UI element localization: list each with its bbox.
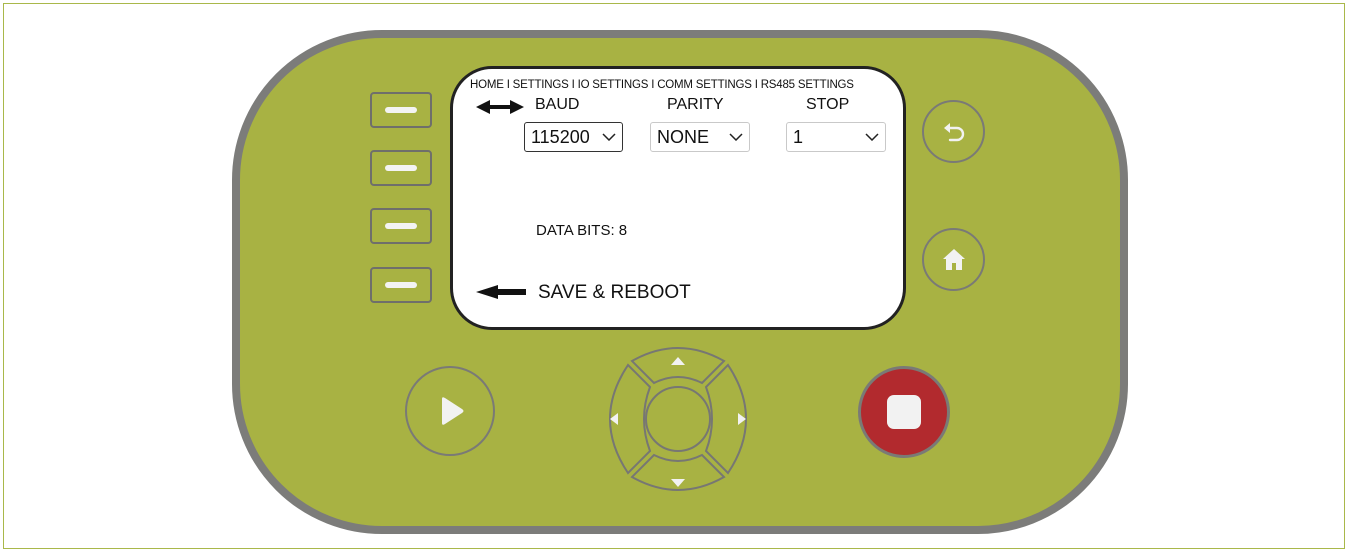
d-pad: [609, 347, 747, 491]
play-icon: [442, 397, 464, 425]
home-icon: [942, 248, 965, 270]
stop-square-icon: [887, 395, 921, 429]
baud-label: BAUD: [535, 96, 580, 113]
back-arrow-icon: [943, 122, 964, 141]
stop-select[interactable]: 1: [786, 122, 886, 152]
dpad-center-button[interactable]: [645, 386, 711, 452]
softkey-4[interactable]: [370, 267, 432, 303]
back-button[interactable]: [922, 100, 985, 163]
parity-value: NONE: [657, 126, 710, 147]
softkey-2[interactable]: [370, 150, 432, 186]
chevron-down-icon: [602, 133, 616, 141]
softkey-3[interactable]: [370, 208, 432, 244]
stop-button[interactable]: [858, 366, 950, 458]
chevron-down-icon: [729, 133, 743, 141]
softkey-bar: [385, 223, 417, 229]
chevron-down-icon: [865, 133, 879, 141]
softkey-1[interactable]: [370, 92, 432, 128]
baud-select[interactable]: 115200: [524, 122, 623, 152]
parity-label: PARITY: [667, 96, 724, 113]
softkey-bar: [385, 107, 417, 113]
baud-value: 115200: [531, 126, 590, 147]
parity-select[interactable]: NONE: [650, 122, 750, 152]
data-bits-text: DATA BITS: 8: [536, 222, 628, 239]
left-right-arrow-icon: [476, 100, 524, 114]
softkey-bar: [385, 165, 417, 171]
stop-value: 1: [793, 126, 804, 147]
stop-label: STOP: [806, 96, 850, 113]
play-button[interactable]: [405, 366, 495, 456]
save-reboot-option[interactable]: SAVE & REBOOT: [538, 282, 691, 304]
softkey-bar: [385, 282, 417, 288]
dpad-up-button[interactable]: [630, 347, 726, 385]
left-arrow-icon: [476, 285, 526, 299]
home-button[interactable]: [922, 228, 985, 291]
breadcrumb: HOME I SETTINGS I IO SETTINGS I COMM SET…: [470, 79, 854, 91]
